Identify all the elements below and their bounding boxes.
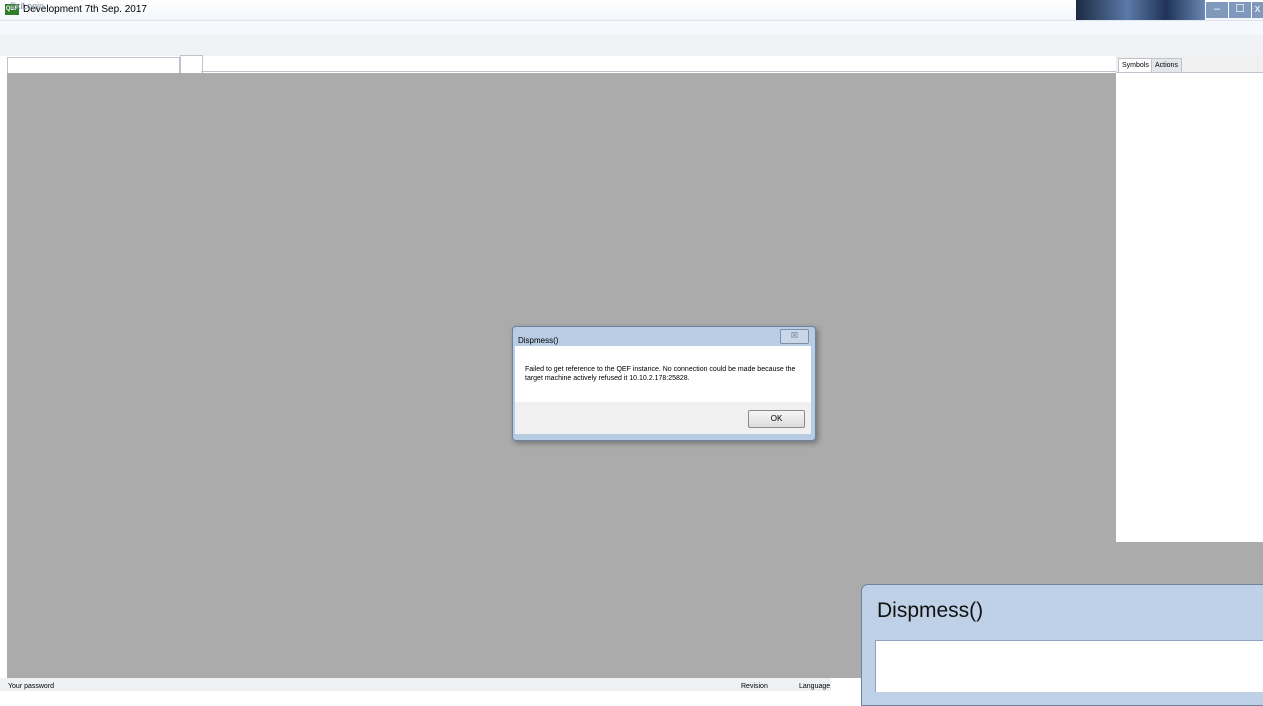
maximize-button[interactable]: ☐ — [1229, 2, 1251, 18]
dialog-title: Dispmess() — [518, 336, 559, 345]
top-input-field[interactable] — [7, 57, 180, 74]
title-bar-glass — [1076, 0, 1205, 20]
tab-symbols[interactable]: Symbols — [1118, 58, 1153, 72]
dialog-message: Failed to get reference to the QEF insta… — [525, 366, 796, 382]
status-bar — [0, 678, 831, 691]
top-tab[interactable] — [180, 55, 203, 73]
status-password: Your password — [8, 683, 55, 690]
zoomed-dialog-body — [875, 640, 1263, 692]
toolbar — [0, 35, 1263, 56]
minimize-button[interactable]: – — [1206, 2, 1228, 18]
menu-bar — [0, 21, 1263, 35]
status-revision: Revision — [741, 683, 768, 690]
close-window-button[interactable]: x — [1252, 2, 1263, 18]
menu-item-login[interactable]: Login — [22, 1, 44, 11]
dialog-close-icon[interactable]: ☒ — [780, 329, 809, 344]
tab-strip-divider — [201, 71, 1117, 72]
zoomed-dialog-title: Dispmess() — [877, 599, 984, 622]
title-bar — [0, 0, 1263, 21]
right-panel-content — [1116, 72, 1263, 542]
tab-actions[interactable]: Actions — [1151, 58, 1182, 72]
status-language: Language — [799, 683, 831, 690]
ok-button[interactable]: OK — [748, 410, 805, 428]
